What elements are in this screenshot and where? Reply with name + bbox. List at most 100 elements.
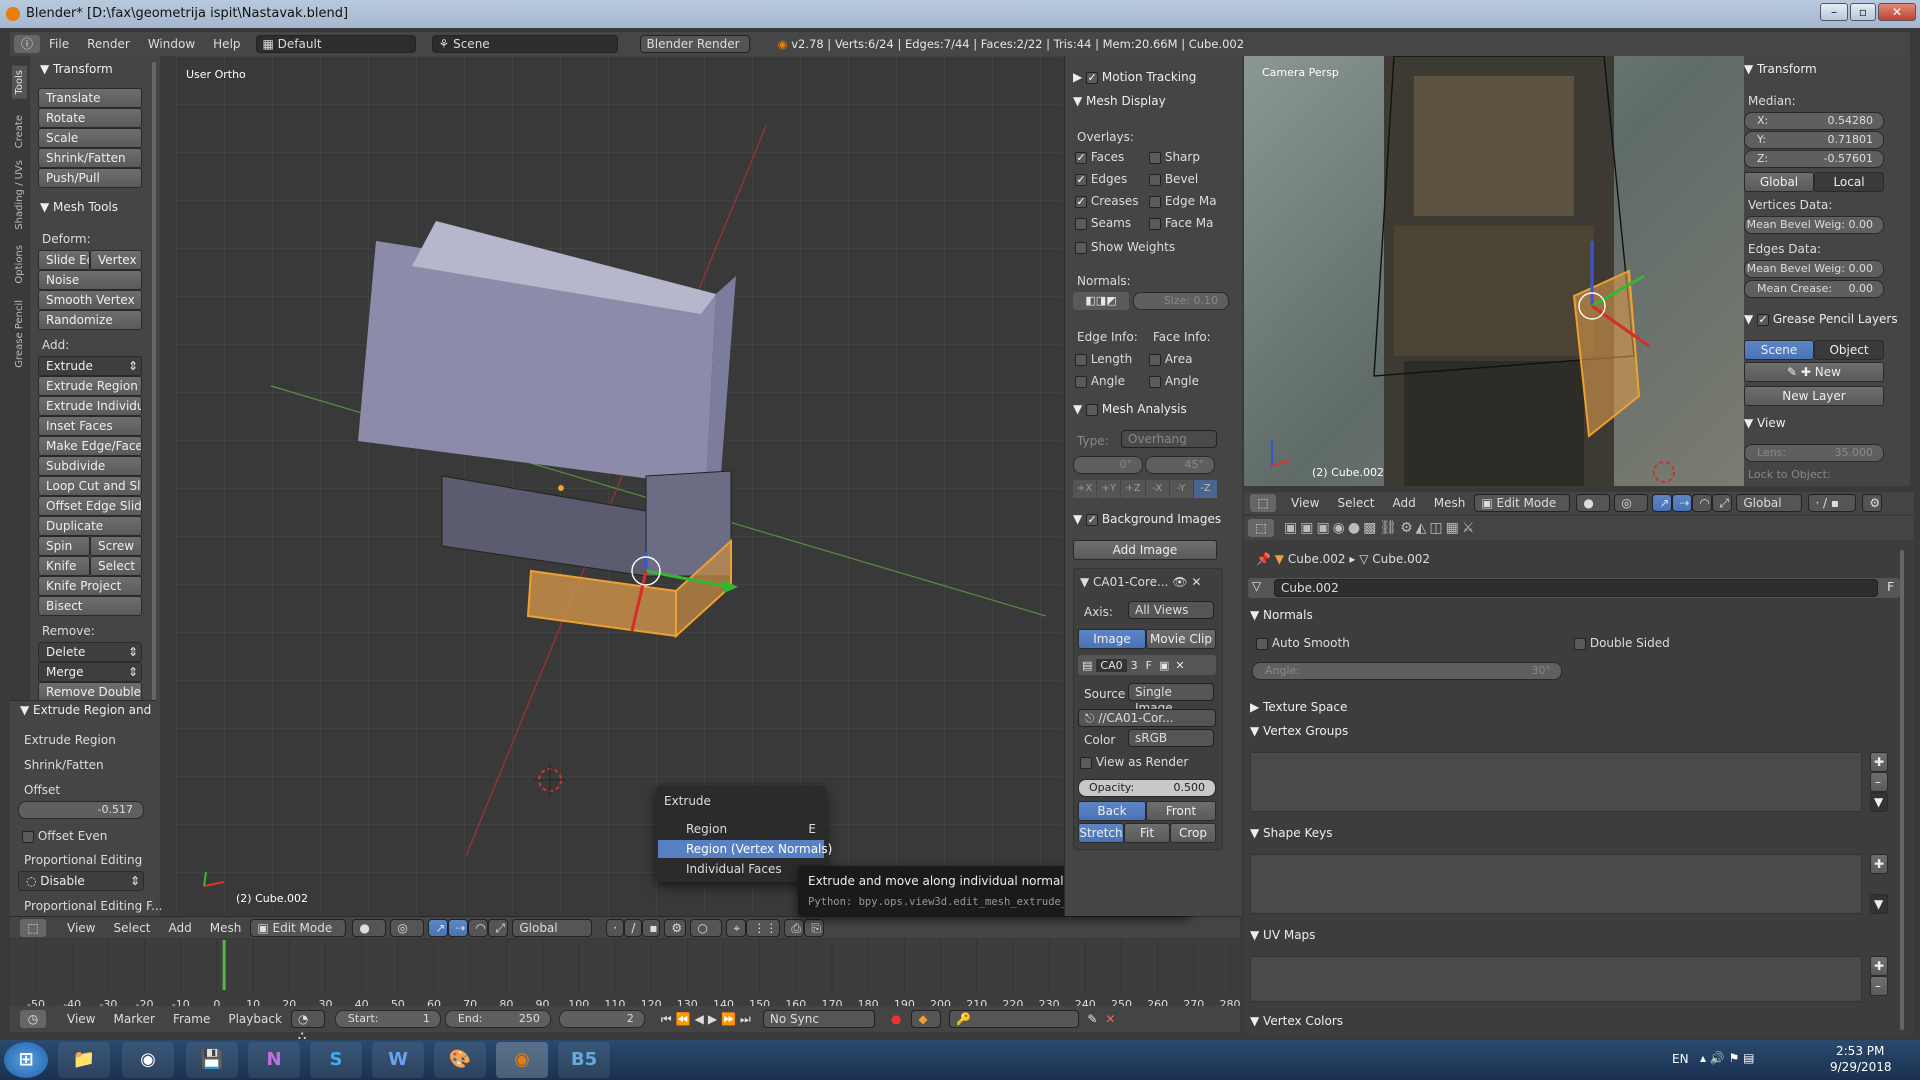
- transform-panel-header[interactable]: ▼ Transform: [40, 62, 113, 76]
- global-toggle[interactable]: Global: [1744, 172, 1814, 192]
- end-frame-field[interactable]: End: 250: [444, 1010, 551, 1028]
- properties-scrollbar[interactable]: [1900, 550, 1904, 1030]
- record-button[interactable]: ●: [891, 1012, 901, 1026]
- new-layer-button[interactable]: New Layer: [1744, 386, 1884, 406]
- snap-element[interactable]: ⋮⋮: [746, 918, 781, 937]
- creases-check[interactable]: [1075, 195, 1087, 208]
- delete-keyframe-icon[interactable]: ✕: [1105, 1012, 1115, 1026]
- language-indicator[interactable]: EN: [1672, 1052, 1689, 1066]
- gp-new-button[interactable]: ✎ ✚ New: [1744, 362, 1884, 382]
- preview-range-toggle[interactable]: ◔ ⛬: [290, 1010, 325, 1042]
- axis-pos-y[interactable]: +Y: [1097, 480, 1121, 498]
- crop-toggle[interactable]: Crop: [1170, 823, 1216, 843]
- menu-item-region-vertex-normals[interactable]: Region (Vertex Normals): [658, 840, 832, 858]
- fit-toggle[interactable]: Fit: [1124, 823, 1170, 843]
- face-marks-check[interactable]: [1149, 217, 1161, 230]
- image-name-field[interactable]: CA0: [1096, 658, 1127, 672]
- menu-window[interactable]: Window: [139, 37, 204, 51]
- info-editor-icon[interactable]: ⓘ: [14, 35, 40, 53]
- source-dropdown[interactable]: Single Image: [1128, 683, 1214, 715]
- view-as-render-check[interactable]: [1080, 756, 1092, 769]
- show-weights-check[interactable]: [1075, 241, 1087, 254]
- movie-clip-tab[interactable]: Movie Clip: [1146, 629, 1216, 649]
- menu-item-region[interactable]: Region E: [658, 820, 824, 838]
- render-engine-selector[interactable]: Blender Render: [639, 35, 750, 53]
- shrink-fatten-button[interactable]: Shrink/Fatten: [38, 148, 142, 168]
- overlay-faces[interactable]: Faces: [1075, 150, 1124, 164]
- shape-key-add[interactable]: ✚: [1870, 854, 1888, 874]
- scene-selector[interactable]: ⚘ Scene: [431, 35, 618, 53]
- edges-check[interactable]: [1075, 173, 1087, 186]
- translate-manipulator[interactable]: ⇢: [448, 918, 469, 937]
- current-frame-field[interactable]: 2: [558, 1010, 645, 1028]
- mesh-name-field[interactable]: Cube.002: [1274, 579, 1878, 597]
- stretch-toggle[interactable]: Stretch: [1078, 823, 1124, 843]
- fake-user-toggle[interactable]: F: [1142, 659, 1156, 672]
- vp-menu-select[interactable]: Select: [104, 921, 159, 935]
- bevel-check[interactable]: [1149, 173, 1161, 186]
- sharp-check[interactable]: [1149, 151, 1161, 164]
- minimize-button[interactable]: –: [1820, 3, 1848, 21]
- render-preview[interactable]: ⎙: [784, 918, 805, 937]
- uv-map-remove[interactable]: –: [1870, 976, 1888, 996]
- vertex-bevel-weight[interactable]: Mean Bevel Weig: 0.00: [1744, 216, 1884, 234]
- mesh-display-header[interactable]: ▼ Mesh Display: [1073, 94, 1166, 108]
- cam-menu-view[interactable]: View: [1282, 496, 1328, 510]
- vp-menu-mesh[interactable]: Mesh: [201, 921, 251, 935]
- overlay-face-marks[interactable]: Face Ma: [1149, 216, 1213, 230]
- occlusion-toggle[interactable]: ⚙: [664, 918, 687, 937]
- bg-image-name[interactable]: ▼ CA01-Core... 👁 ✕: [1080, 575, 1201, 589]
- gp-scene-toggle[interactable]: Scene: [1744, 340, 1814, 360]
- vertex-group-add[interactable]: ✚: [1870, 752, 1888, 772]
- shape-keys-list[interactable]: [1250, 854, 1862, 914]
- uv-map-add[interactable]: ✚: [1870, 956, 1888, 976]
- median-x-field[interactable]: X: 0.54280: [1744, 112, 1884, 130]
- menu-help[interactable]: Help: [204, 37, 249, 51]
- vertex-select-mode[interactable]: ·: [606, 918, 625, 937]
- edge-length[interactable]: Length: [1075, 352, 1132, 366]
- shape-key-menu[interactable]: ▼: [1870, 894, 1888, 914]
- smooth-angle-field[interactable]: Angle: 30°: [1252, 662, 1562, 680]
- mesh-model[interactable]: [176, 56, 1062, 916]
- rotate-button[interactable]: Rotate: [38, 108, 142, 128]
- tool-shelf-scrollbar[interactable]: [152, 62, 156, 702]
- unlink-icon[interactable]: ✕: [1172, 659, 1187, 672]
- image-browse-icon[interactable]: ▤: [1078, 659, 1096, 672]
- open-image-icon[interactable]: ▣: [1156, 659, 1172, 672]
- blender-taskbar-icon[interactable]: ◉: [496, 1042, 548, 1078]
- motion-tracking-header[interactable]: ▶ Motion Tracking: [1073, 70, 1196, 84]
- word-icon[interactable]: W: [372, 1042, 424, 1078]
- face-angle-check[interactable]: [1149, 375, 1161, 388]
- axis-neg-y[interactable]: -Y: [1169, 480, 1193, 498]
- axis-neg-z[interactable]: -Z: [1193, 480, 1218, 498]
- normals-panel-header[interactable]: ▼ Normals: [1250, 608, 1313, 622]
- cam-mode-selector[interactable]: ▣ Edit Mode: [1474, 494, 1571, 512]
- tab-create[interactable]: Create: [12, 111, 27, 152]
- clock-time[interactable]: 2:53 PM: [1836, 1044, 1884, 1058]
- cam-rotate-manipulator[interactable]: ◠: [1692, 494, 1713, 512]
- randomize-button[interactable]: Randomize: [38, 310, 142, 330]
- scale-manipulator[interactable]: ⤢: [488, 918, 509, 937]
- menu-file[interactable]: File: [40, 37, 78, 51]
- slide-edge-button[interactable]: Slide Ed: [38, 250, 90, 270]
- keying-set-selector[interactable]: ◆: [911, 1010, 942, 1028]
- face-select-mode[interactable]: ▪: [642, 918, 661, 937]
- vertex-group-menu[interactable]: ▼: [1870, 792, 1888, 812]
- cam-shading-selector[interactable]: ●: [1576, 494, 1611, 512]
- mesh-tools-header[interactable]: ▼ Mesh Tools: [40, 200, 118, 214]
- knife-select-button[interactable]: Select: [90, 556, 142, 576]
- type-dropdown[interactable]: Overhang: [1121, 430, 1217, 448]
- vertex-groups-list[interactable]: [1250, 752, 1862, 812]
- fake-user-button[interactable]: F: [1887, 580, 1894, 594]
- maximize-button[interactable]: ▫: [1850, 3, 1876, 21]
- normal-buttons[interactable]: ◧◨◩: [1073, 292, 1129, 310]
- make-edge-face-button[interactable]: Make Edge/Face: [38, 436, 142, 456]
- insert-keyframe-icon[interactable]: ✎: [1087, 1012, 1097, 1026]
- tl-menu-marker[interactable]: Marker: [104, 1012, 163, 1026]
- editor-type-icon[interactable]: ⬚: [20, 918, 46, 937]
- duplicate-button[interactable]: Duplicate: [38, 516, 142, 536]
- face-angle[interactable]: Angle: [1149, 374, 1199, 388]
- cam-menu-mesh[interactable]: Mesh: [1425, 496, 1475, 510]
- vertex-slide-button[interactable]: Vertex: [90, 250, 142, 270]
- n-transform-header[interactable]: ▼ Transform: [1744, 62, 1817, 76]
